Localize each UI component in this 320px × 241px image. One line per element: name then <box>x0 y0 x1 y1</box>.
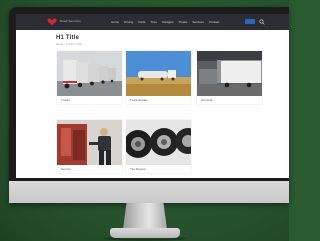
tires-photo[interactable] <box>126 120 191 165</box>
mechanic-photo[interactable] <box>57 120 122 165</box>
cta-button[interactable] <box>245 19 255 24</box>
monitor-stand-base <box>110 228 180 238</box>
menu-item-home[interactable]: Home <box>111 20 119 24</box>
truck-fleet-photo[interactable] <box>57 51 122 96</box>
monitor: Road Services Home Driving Parts Tires G… <box>9 7 289 203</box>
menu-item-garages[interactable]: Garages <box>162 20 174 24</box>
gallery-card[interactable]: Service <box>57 120 122 173</box>
gallery-card[interactable]: Truck Routes <box>126 51 191 104</box>
menu-item-services[interactable]: Services <box>192 20 204 24</box>
menu-item-tires[interactable]: Tires <box>150 20 157 24</box>
logo-icon[interactable] <box>47 18 57 26</box>
card-caption[interactable]: Tire Depots <box>126 165 191 173</box>
gallery-card[interactable]: Terminal <box>197 51 262 104</box>
site-navbar: Road Services Home Driving Parts Tires G… <box>16 14 289 30</box>
card-caption[interactable]: Service <box>57 165 122 173</box>
menu-item-driving[interactable]: Driving <box>124 20 133 24</box>
menu-item-contact[interactable]: Contact <box>209 20 219 24</box>
monitor-chin <box>9 181 289 203</box>
card-caption[interactable]: Trucks <box>57 96 122 104</box>
gallery-card[interactable]: Trucks <box>57 51 122 104</box>
browser-screen: Road Services Home Driving Parts Tires G… <box>16 14 289 178</box>
monitor-stand-neck <box>123 203 167 229</box>
menu-item-parts[interactable]: Parts <box>138 20 145 24</box>
loading-dock-photo[interactable] <box>197 51 262 96</box>
search-icon[interactable] <box>259 19 265 25</box>
card-caption[interactable]: Terminal <box>197 96 262 104</box>
gallery-card[interactable]: Tire Depots <box>126 120 191 173</box>
logo-text[interactable]: Road Services <box>60 19 81 23</box>
breadcrumb[interactable]: Home > Trucks > Fleet <box>56 43 82 46</box>
page-title: H1 Title <box>56 35 80 41</box>
card-caption[interactable]: Truck Routes <box>126 96 191 104</box>
menu-item-trucks[interactable]: Trucks <box>178 20 187 24</box>
tanker-field-photo[interactable] <box>126 51 191 96</box>
main-menu: Home Driving Parts Tires Garages Trucks … <box>111 20 219 24</box>
